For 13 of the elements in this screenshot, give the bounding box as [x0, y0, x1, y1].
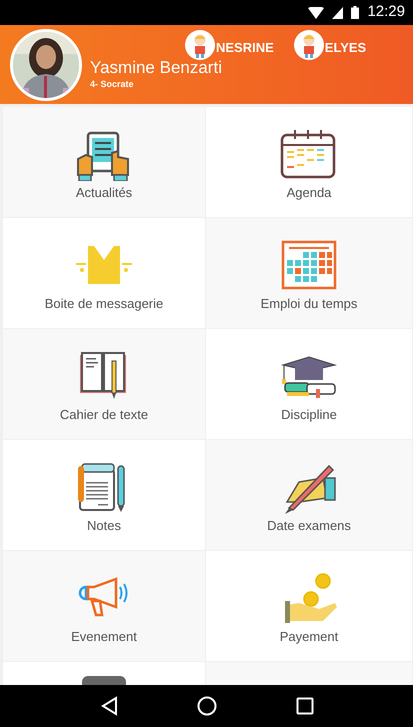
menu-tile[interactable]: Emploi du temps: [206, 218, 412, 328]
class-label: 4- Socrate: [90, 78, 135, 91]
menu-tile[interactable]: Boite de messagerie: [3, 218, 205, 328]
menu-tile[interactable]: Actualités: [3, 107, 205, 217]
menu-tile[interactable]: Notes: [3, 440, 205, 550]
profile-name: Yasmine Benzarti: [90, 58, 222, 78]
menu-tile[interactable]: Payement: [206, 551, 412, 661]
menu-tile[interactable]: Evenement: [3, 551, 205, 661]
menu-tile[interactable]: Agenda: [206, 107, 412, 217]
menu-tile[interactable]: Discipline: [206, 329, 412, 439]
menu-tile[interactable]: Date examens: [206, 440, 412, 550]
menu-tile[interactable]: Cahier de texte: [3, 329, 205, 439]
clock: 12:29: [367, 2, 405, 22]
